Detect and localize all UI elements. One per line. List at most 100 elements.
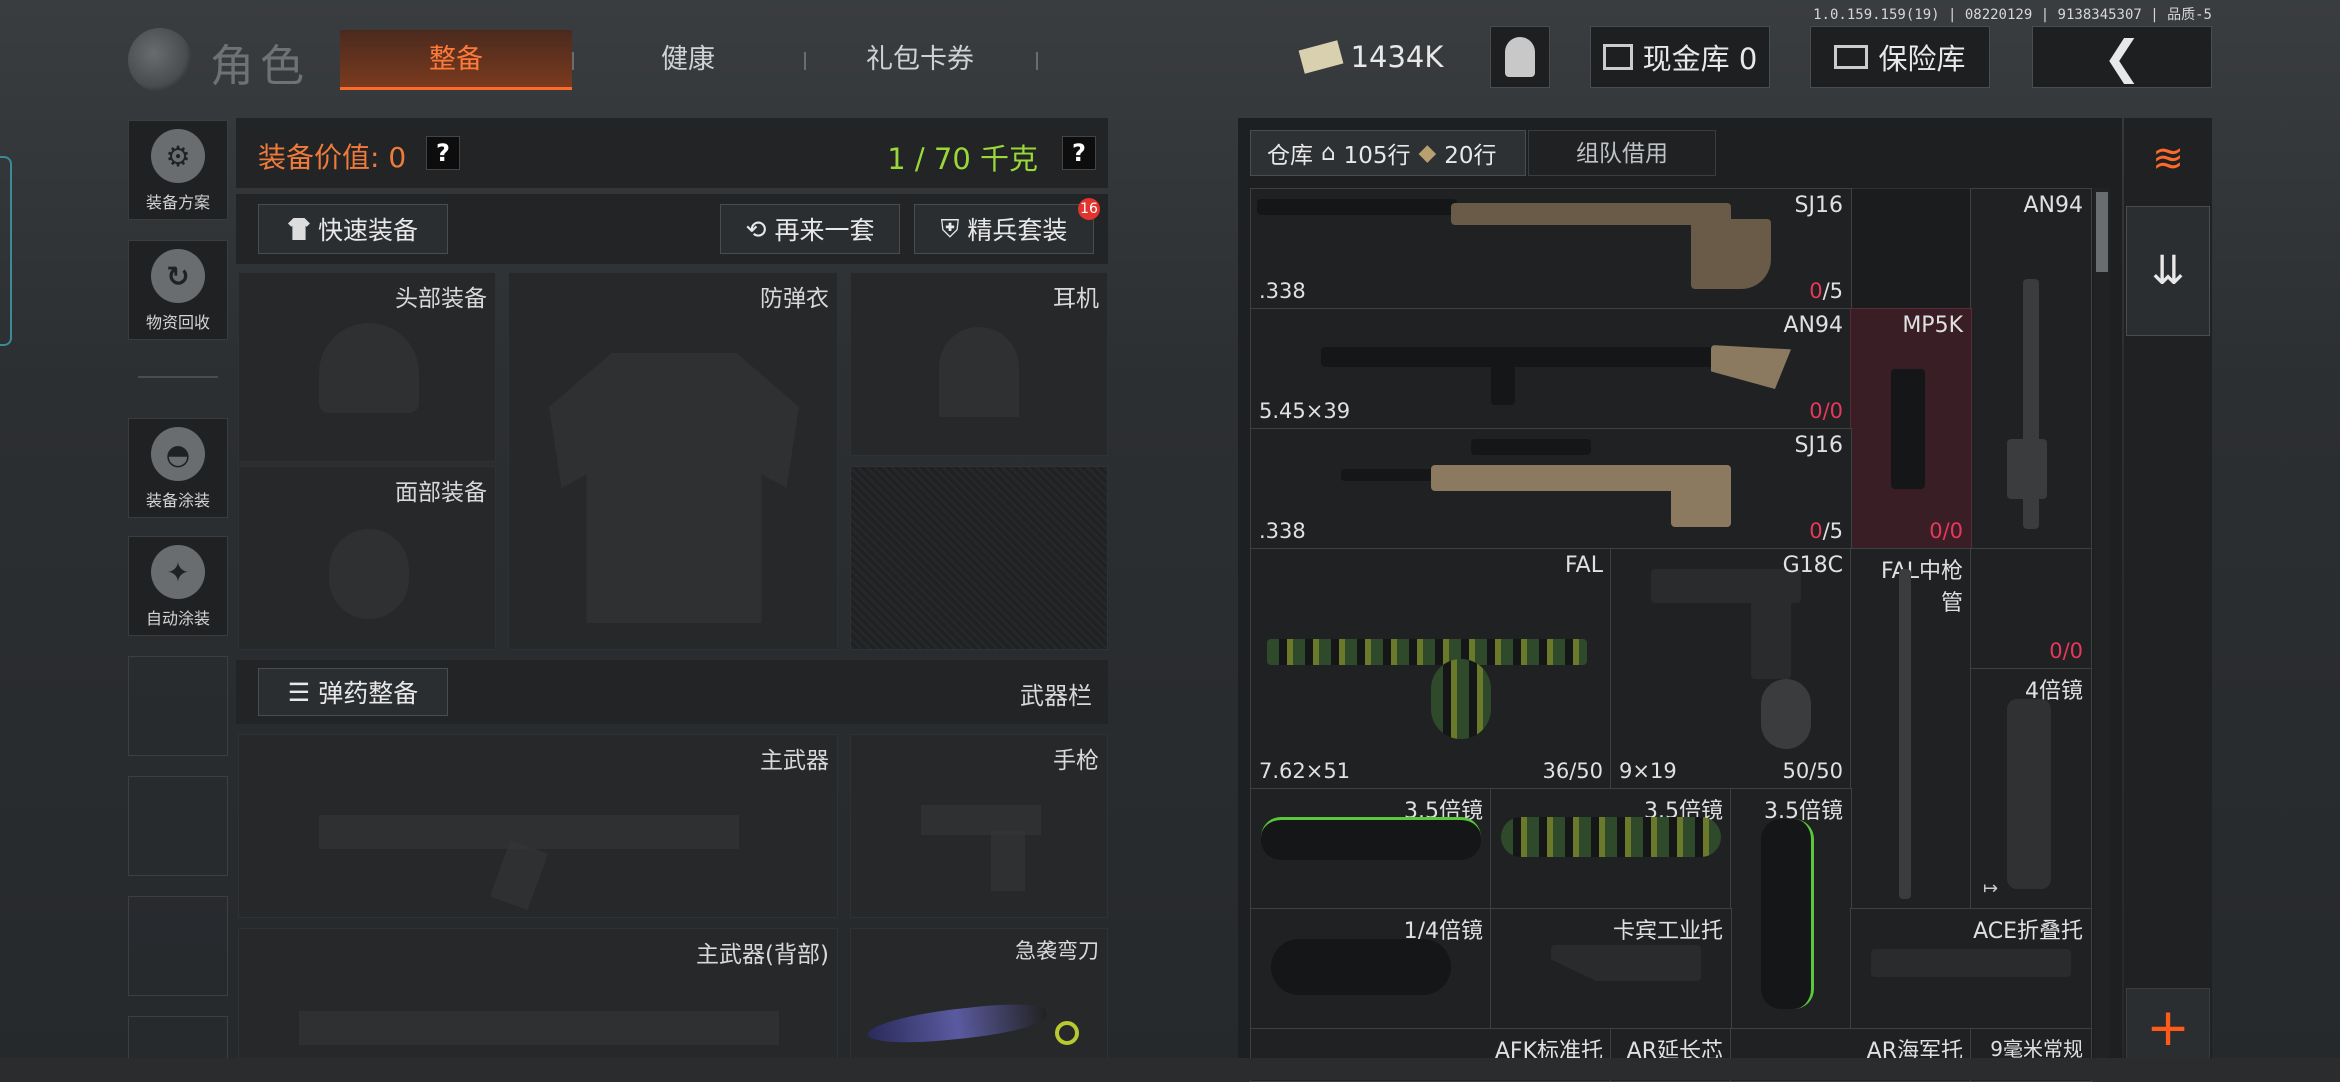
inventory-item-fal[interactable]: FAL 7.62×51 36/50 xyxy=(1250,548,1612,790)
item-ammo-count: 50/50 xyxy=(1782,759,1843,783)
item-name: FAL中枪 管 xyxy=(1881,559,1963,616)
safe-box-button[interactable]: 保险库 xyxy=(1810,26,1990,88)
cash-vault-button[interactable]: 现金库 0 xyxy=(1590,26,1770,88)
inventory-item-scope-35b[interactable]: 3.5倍镜 xyxy=(1490,788,1732,910)
inventory-item-sj16-tan[interactable]: SJ16 .338 0/5 xyxy=(1250,428,1852,550)
ammo-icon: ☰ xyxy=(287,677,311,707)
slot-primary-weapon[interactable]: 主武器 xyxy=(238,734,838,918)
safebox-icon xyxy=(1834,45,1869,69)
inventory-item-scope-35c[interactable]: 3.5倍镜 xyxy=(1730,788,1852,1030)
ammo-prep-button[interactable]: ☰ 弹药整备 xyxy=(258,668,448,716)
equip-again-button[interactable]: ⟲ 再来一套 xyxy=(720,204,900,254)
shield-icon: ⛨ xyxy=(940,214,960,243)
inventory-item-fal-barrel[interactable]: FAL中枪 管 xyxy=(1850,548,1972,910)
elite-kit-label: 精兵套装 xyxy=(967,216,1068,245)
inventory-item-ace-stock[interactable]: ACE折叠托 xyxy=(1850,908,2092,1030)
slot-label: 主武器 xyxy=(760,748,829,774)
quick-equip-button[interactable]: 快速装备 xyxy=(258,204,448,254)
inventory-item-misc[interactable]: 0/0 xyxy=(1970,548,2092,670)
item-ammo-count: 0/5 xyxy=(1809,279,1843,303)
item-ammo-count: 0/5 xyxy=(1809,519,1843,543)
item-name: FAL xyxy=(1565,553,1603,578)
karambit-icon xyxy=(865,999,1049,1049)
sidebar-item-gear-paint[interactable]: ◓ 装备涂装 xyxy=(128,418,228,518)
inventory-item-sj16[interactable]: SJ16 .338 0/5 xyxy=(1250,188,1852,310)
rifle-mag-shape xyxy=(1491,365,1515,405)
sidebar-item-label: 自动涂装 xyxy=(145,609,210,628)
tab-divider xyxy=(572,52,574,70)
loadout-plan-icon: ⚙ xyxy=(151,129,205,183)
slot-face[interactable]: 面部装备 xyxy=(238,466,496,650)
transfer-icon[interactable]: ↦ xyxy=(1983,878,1998,899)
item-ammo-count: 36/50 xyxy=(1542,759,1603,783)
loadout-actions: 快速装备 ⟲ 再来一套 ⛨ 精兵套装 16 xyxy=(236,194,1108,264)
inventory-item-scope-4x[interactable]: 4倍镜 ↦ xyxy=(1970,668,2092,910)
sidebar-item-label: 装备涂装 xyxy=(145,491,210,510)
sidebar-empty-slot xyxy=(128,656,228,756)
home-icon: ⌂ xyxy=(1321,140,1336,166)
stack-download-icon[interactable]: ⇊ xyxy=(2126,206,2210,336)
bag-icon: ◆ xyxy=(1418,140,1437,166)
inventory-item-scope-35a[interactable]: 3.5倍镜 xyxy=(1250,788,1492,910)
suppressor-shape xyxy=(1257,199,1457,215)
item-name: AN94 xyxy=(2023,193,2083,218)
slot-label: 头部装备 xyxy=(395,286,487,312)
sidebar-item-loadout-plan[interactable]: ⚙ 装备方案 xyxy=(128,120,228,220)
rifle-silhouette-icon xyxy=(299,1011,779,1045)
back-button[interactable]: ❮ xyxy=(2032,26,2212,88)
bottom-strip xyxy=(0,1058,2340,1080)
weapon-bar-header: ☰ 弹药整备 武器栏 xyxy=(236,660,1108,724)
inventory-item-mp5k[interactable]: MP5K 0/0 xyxy=(1850,308,1972,550)
item-name: SJ16 xyxy=(1794,433,1843,458)
slot-locked xyxy=(850,466,1108,650)
loadout-value: 装备价值: 0 xyxy=(258,141,407,174)
scrollbar-thumb[interactable] xyxy=(2096,192,2108,272)
warehouse-tab[interactable]: 仓库 ⌂ 105行 ◆ 20行 xyxy=(1250,130,1526,176)
side-drawer-handle[interactable] xyxy=(0,156,12,346)
sidebar-item-recycle[interactable]: ↻ 物资回收 xyxy=(128,240,228,340)
inventory-item-an94-vertical[interactable]: AN94 xyxy=(1970,188,2092,550)
item-name: ACE折叠托 xyxy=(1973,919,2083,944)
rifle-body-shape xyxy=(1451,203,1731,225)
item-name: AN94 xyxy=(1783,313,1843,338)
weight-help-icon[interactable]: ? xyxy=(1062,136,1096,170)
value-help-icon[interactable]: ? xyxy=(426,136,460,170)
slot-head[interactable]: 头部装备 xyxy=(238,272,496,462)
tab-loadout[interactable]: 整备 xyxy=(340,30,572,90)
recycle-icon: ↻ xyxy=(151,249,205,303)
tab-gift-coupons[interactable]: 礼包卡券 xyxy=(808,30,1032,90)
item-caliber: 9×19 xyxy=(1619,759,1677,783)
inventory-item-carbine-stock[interactable]: 卡宾工业托 xyxy=(1490,908,1732,1030)
tab-health[interactable]: 健康 xyxy=(576,30,800,90)
warehouse-scrollbar[interactable] xyxy=(2094,188,2110,1080)
scope-vertical-shape xyxy=(2007,699,2051,889)
slot-armor[interactable]: 防弹衣 xyxy=(508,272,838,650)
tab-divider xyxy=(1036,52,1038,70)
item-name: SJ16 xyxy=(1794,193,1843,218)
barrel-vertical-shape xyxy=(1899,569,1911,899)
item-ammo-count: 0/0 xyxy=(1809,399,1843,423)
helmet-paint-icon: ◓ xyxy=(151,427,205,481)
team-borrow-tab[interactable]: 组队借用 xyxy=(1528,130,1716,176)
inventory-item-g18c[interactable]: G18C 9×19 50/50 xyxy=(1610,548,1852,790)
elite-kit-button[interactable]: ⛨ 精兵套装 xyxy=(914,204,1094,254)
slot-pistol[interactable]: 手枪 xyxy=(850,734,1108,918)
home-rows: 105行 xyxy=(1343,143,1411,169)
stack-refresh-icon[interactable]: ≋ xyxy=(2134,124,2202,192)
inventory-item-scope-14[interactable]: 1/4倍镜 xyxy=(1250,908,1492,1030)
sidebar-item-auto-paint[interactable]: ✦ 自动涂装 xyxy=(128,536,228,636)
scope-camo-shape xyxy=(1501,817,1721,857)
rifle-body-shape xyxy=(1321,347,1751,367)
money-display[interactable]: 1434K xyxy=(1294,26,1450,88)
sidebar-item-label: 装备方案 xyxy=(145,193,210,212)
item-caliber: 7.62×51 xyxy=(1259,759,1351,783)
slot-headset[interactable]: 耳机 xyxy=(850,272,1108,456)
plus-icon[interactable]: + xyxy=(2126,988,2210,1068)
slot-label: 防弹衣 xyxy=(760,286,829,312)
rifle-vertical-mag xyxy=(2007,439,2047,499)
profile-button[interactable] xyxy=(1490,26,1550,88)
sidebar-empty-slot xyxy=(128,896,228,996)
rifle-silhouette-icon xyxy=(319,815,739,849)
tab-divider xyxy=(804,52,806,70)
inventory-item-an94[interactable]: AN94 5.45×39 0/0 xyxy=(1250,308,1852,430)
